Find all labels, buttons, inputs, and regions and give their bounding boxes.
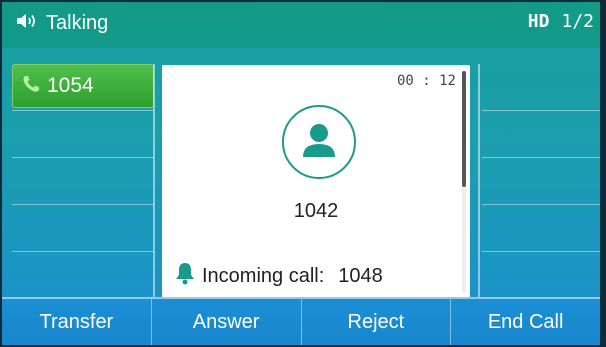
status-indicators: HD 1/2 xyxy=(528,11,594,32)
answer-button[interactable]: Answer xyxy=(152,299,302,345)
column-divider xyxy=(153,64,155,300)
call-card: 00 : 12 1042 Incoming call: 1048 xyxy=(162,65,470,299)
line-key-active[interactable]: 1054 xyxy=(12,64,154,108)
caller-number: 1042 xyxy=(293,200,339,222)
speaker-icon xyxy=(16,12,38,35)
status-title: Talking xyxy=(46,12,109,34)
line-slot-divider xyxy=(12,204,154,205)
status-bar: Talking HD 1/2 xyxy=(2,2,600,48)
incoming-call-notice[interactable]: Incoming call: 1048 xyxy=(174,261,383,291)
page-indicator: 1/2 xyxy=(561,11,594,32)
line-slot-divider xyxy=(12,157,154,158)
line-slot-divider xyxy=(12,110,154,111)
line-slot-divider xyxy=(12,251,154,252)
phone-handset-icon xyxy=(21,74,41,99)
caller-avatar xyxy=(282,105,356,179)
line-keys-left: 1054 xyxy=(12,64,154,300)
end-call-button[interactable]: End Call xyxy=(451,299,600,345)
call-status: Talking xyxy=(16,12,108,35)
line-key-label: 1054 xyxy=(47,74,94,97)
line-slot-divider xyxy=(482,204,600,205)
phone-screen: Talking HD 1/2 1054 00 : 12 1042 Incomin… xyxy=(0,0,606,347)
call-timer: 00 : 12 xyxy=(396,73,456,89)
scrollbar-thumb[interactable] xyxy=(462,71,466,187)
bell-icon xyxy=(174,261,196,291)
transfer-button[interactable]: Transfer xyxy=(2,299,152,345)
incoming-number: 1048 xyxy=(338,264,383,287)
line-slot-divider xyxy=(482,110,600,111)
incoming-label: Incoming call: xyxy=(202,264,325,287)
person-icon xyxy=(299,120,339,165)
hd-badge: HD xyxy=(527,11,550,32)
line-slot-divider xyxy=(482,157,600,158)
line-slot-divider xyxy=(482,251,600,252)
softkey-bar: Transfer Answer Reject End Call xyxy=(2,297,600,345)
reject-button[interactable]: Reject xyxy=(302,299,452,345)
column-divider xyxy=(478,64,480,300)
